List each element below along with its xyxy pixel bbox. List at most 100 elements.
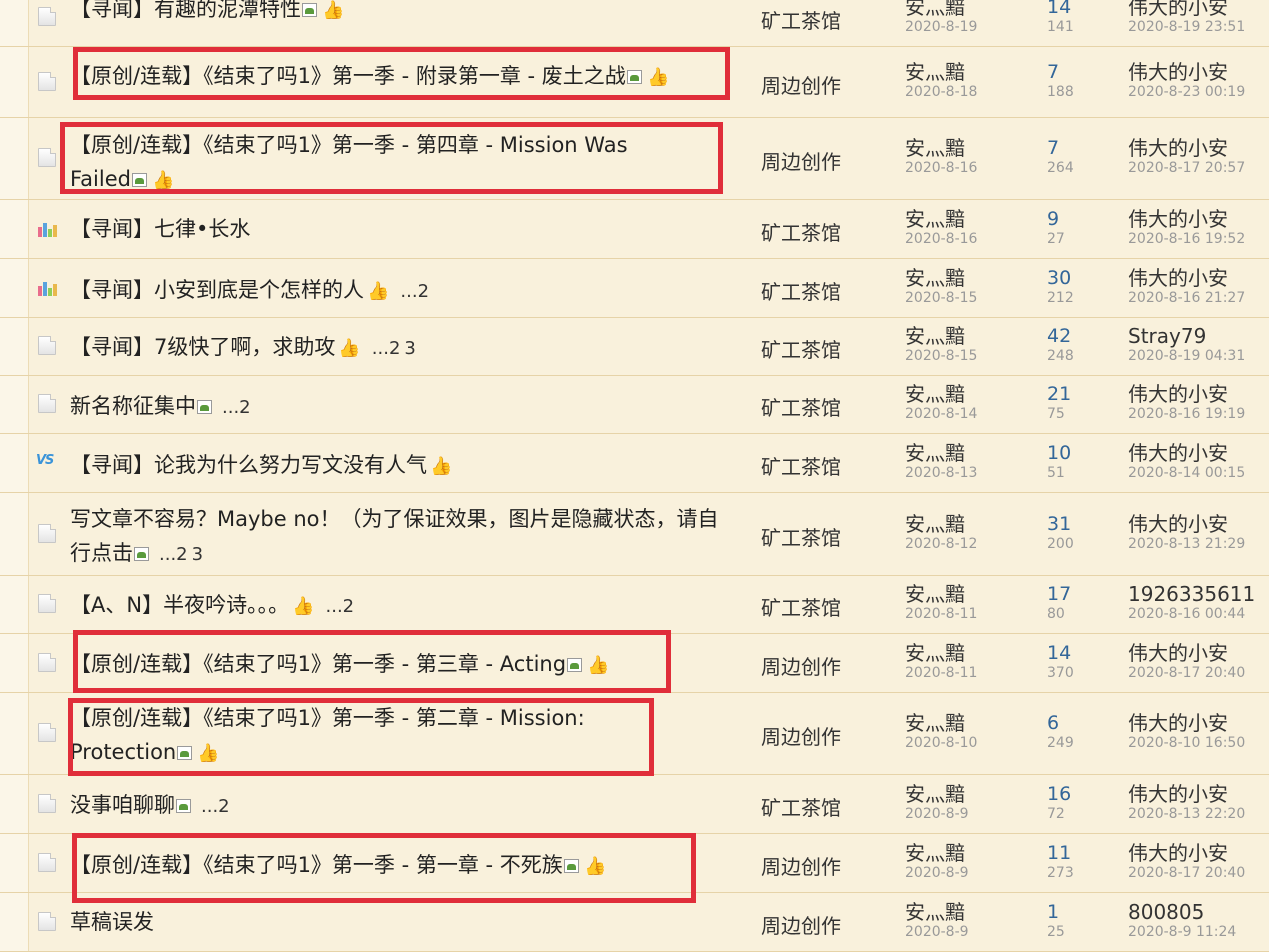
thread-row[interactable]: 新名称征集中 ...2 矿工茶馆 安灬黯 2020-8-14 21 75 伟大的小安 2020-… — [0, 376, 1269, 434]
thread-title-text[interactable]: 【寻闻】小安到底是个怎样的人 — [70, 278, 364, 302]
thread-title-text[interactable]: 新名称征集中 — [70, 394, 196, 418]
thread-row[interactable]: 【原创/连载】《结束了吗1》第一季 - 第三章 - Acting 👍 周边创作 安灬黯… — [0, 634, 1269, 693]
last-post-time[interactable]: 2020-8-23 00:19 — [1128, 84, 1245, 100]
thread-row[interactable]: 没事咱聊聊 ...2 矿工茶馆 安灬黯 2020-8-9 16 72 伟大的小安 2020-8-… — [0, 775, 1269, 834]
thread-row[interactable]: 【寻闻】7级快了啊，求助攻👍 ...2 3 矿工茶馆 安灬黯 2020-8-15 42 248… — [0, 318, 1269, 376]
reply-count[interactable]: 30 — [1047, 267, 1071, 289]
author-link[interactable]: 安灬黯 — [905, 61, 965, 83]
last-poster-link[interactable]: Stray79 — [1128, 325, 1206, 347]
last-poster-link[interactable]: 伟大的小安 — [1128, 0, 1228, 18]
author-link[interactable]: 安灬黯 — [905, 513, 965, 535]
forum-link[interactable]: 矿工茶馆 — [761, 392, 841, 421]
page-link[interactable]: 3 — [404, 338, 415, 359]
thread-title-text[interactable]: 草稿误发 — [70, 910, 154, 934]
reply-count[interactable]: 7 — [1047, 61, 1059, 83]
last-poster-link[interactable]: 伟大的小安 — [1128, 712, 1228, 734]
thread-title[interactable]: 没事咱聊聊 ...2 — [70, 788, 750, 824]
reply-count[interactable]: 14 — [1047, 0, 1071, 18]
last-post-time[interactable]: 2020-8-16 19:19 — [1128, 406, 1245, 422]
thread-title[interactable]: 草稿误发 — [70, 905, 750, 939]
thread-title[interactable]: 【原创/连载】《结束了吗1》第一季 - 第三章 - Acting 👍 — [70, 647, 750, 683]
reply-count[interactable]: 14 — [1047, 642, 1071, 664]
forum-link[interactable]: 矿工茶馆 — [761, 792, 841, 821]
forum-link[interactable]: 周边创作 — [761, 721, 841, 750]
thread-title-text[interactable]: 【原创/连载】《结束了吗1》第一季 - 第一章 - 不死族 — [70, 853, 563, 877]
forum-link[interactable]: 周边创作 — [761, 146, 841, 175]
forum-link[interactable]: 矿工茶馆 — [761, 5, 841, 34]
thread-title[interactable]: 【原创/连载】《结束了吗1》第一季 - 第一章 - 不死族 👍 — [70, 848, 750, 884]
last-post-time[interactable]: 2020-8-10 16:50 — [1128, 735, 1245, 751]
thread-row[interactable]: 【寻闻】有趣的泥潭特性 👍 矿工茶馆 安灬黯 2020-8-19 14 141 伟大的小安 20… — [0, 0, 1269, 47]
last-post-time[interactable]: 2020-8-17 20:57 — [1128, 160, 1245, 176]
author-link[interactable]: 安灬黯 — [905, 267, 965, 289]
last-poster-link[interactable]: 伟大的小安 — [1128, 783, 1228, 805]
forum-link[interactable]: 周边创作 — [761, 910, 841, 939]
reply-count[interactable]: 6 — [1047, 712, 1059, 734]
last-poster-link[interactable]: 伟大的小安 — [1128, 642, 1228, 664]
thread-title[interactable]: 【原创/连载】《结束了吗1》第一季 - 附录第一章 - 废土之战 👍 — [70, 59, 705, 95]
author-link[interactable]: 安灬黯 — [905, 442, 965, 464]
reply-count[interactable]: 11 — [1047, 842, 1071, 864]
thread-title-text[interactable]: 【原创/连载】《结束了吗1》第一季 - 附录第一章 - 废土之战 — [70, 64, 626, 88]
thread-title[interactable]: 新名称征集中 ...2 — [70, 389, 750, 425]
thread-title-text[interactable]: 【寻闻】论我为什么努力写文没有人气 — [70, 453, 427, 477]
forum-link[interactable]: 矿工茶馆 — [761, 217, 841, 246]
reply-count[interactable]: 7 — [1047, 137, 1059, 159]
author-link[interactable]: 安灬黯 — [905, 783, 965, 805]
reply-count[interactable]: 1 — [1047, 901, 1059, 923]
author-link[interactable]: 安灬黯 — [905, 901, 965, 923]
thread-row[interactable]: 【原创/连载】《结束了吗1》第一季 - 第一章 - 不死族 👍 周边创作 安灬黯 202… — [0, 834, 1269, 893]
author-link[interactable]: 安灬黯 — [905, 0, 965, 18]
thread-row[interactable]: 【寻闻】七律•长水 矿工茶馆 安灬黯 2020-8-16 9 27 伟大的小安 2020-8-… — [0, 200, 1269, 259]
thread-title-text[interactable]: 【原创/连载】《结束了吗1》第一季 - 第三章 - Acting — [70, 652, 566, 676]
last-poster-link[interactable]: 伟大的小安 — [1128, 383, 1228, 405]
thread-title-text[interactable]: 没事咱聊聊 — [70, 793, 175, 817]
last-post-time[interactable]: 2020-8-17 20:40 — [1128, 665, 1245, 681]
author-link[interactable]: 安灬黯 — [905, 642, 965, 664]
last-poster-link[interactable]: 伟大的小安 — [1128, 513, 1228, 535]
thread-title[interactable]: 【寻闻】七律•长水 — [70, 212, 750, 246]
last-post-time[interactable]: 2020-8-16 00:44 — [1128, 606, 1245, 622]
thread-title-text[interactable]: 【A、N】半夜吟诗。。。 — [70, 593, 289, 617]
thread-title[interactable]: 【寻闻】7级快了啊，求助攻👍 ...2 3 — [70, 330, 750, 366]
reply-count[interactable]: 17 — [1047, 583, 1071, 605]
thread-title[interactable]: 写文章不容易？Maybe no！（为了保证效果，图片是隐藏状态，请自行点击...… — [70, 502, 730, 572]
forum-link[interactable]: 周边创作 — [761, 651, 841, 680]
author-link[interactable]: 安灬黯 — [905, 712, 965, 734]
reply-count[interactable]: 21 — [1047, 383, 1071, 405]
forum-link[interactable]: 矿工茶馆 — [761, 276, 841, 305]
page-link[interactable]: 2 — [218, 796, 229, 817]
thread-row[interactable]: 【A、N】半夜吟诗。。。👍 ...2 矿工茶馆 安灬黯 2020-8-11 17 80 192… — [0, 576, 1269, 634]
reply-count[interactable]: 16 — [1047, 783, 1071, 805]
thread-title[interactable]: 【A、N】半夜吟诗。。。👍 ...2 — [70, 588, 750, 624]
page-link[interactable]: 2 — [176, 544, 187, 565]
thread-row[interactable]: VS 【寻闻】论我为什么努力写文没有人气👍 矿工茶馆 安灬黯 2020-8-13 10 51… — [0, 434, 1269, 493]
thread-row[interactable]: 【寻闻】小安到底是个怎样的人👍 ...2 矿工茶馆 安灬黯 2020-8-15 30 212… — [0, 259, 1269, 318]
page-link[interactable]: 2 — [418, 281, 429, 302]
forum-link[interactable]: 矿工茶馆 — [761, 592, 841, 621]
last-post-time[interactable]: 2020-8-16 21:27 — [1128, 290, 1245, 306]
thread-title[interactable]: 【寻闻】有趣的泥潭特性 👍 — [70, 0, 750, 28]
page-link[interactable]: 3 — [192, 544, 203, 565]
thread-title[interactable]: 【寻闻】小安到底是个怎样的人👍 ...2 — [70, 273, 750, 309]
reply-count[interactable]: 9 — [1047, 208, 1059, 230]
thread-row[interactable]: 写文章不容易？Maybe no！（为了保证效果，图片是隐藏状态，请自行点击...… — [0, 493, 1269, 576]
thread-row[interactable]: 【原创/连载】《结束了吗1》第一季 - 附录第一章 - 废土之战 👍 周边创作 安灬黯… — [0, 47, 1269, 118]
last-poster-link[interactable]: 1926335611 — [1128, 583, 1255, 605]
thread-row[interactable]: 【原创/连载】《结束了吗1》第一季 - 第四章 - Mission Was Fa… — [0, 118, 1269, 200]
forum-link[interactable]: 周边创作 — [761, 70, 841, 99]
author-link[interactable]: 安灬黯 — [905, 137, 965, 159]
last-poster-link[interactable]: 伟大的小安 — [1128, 61, 1228, 83]
thread-row[interactable]: 【原创/连载】《结束了吗1》第一季 - 第二章 - Mission: Prote… — [0, 693, 1269, 775]
reply-count[interactable]: 42 — [1047, 325, 1071, 347]
last-poster-link[interactable]: 伟大的小安 — [1128, 267, 1228, 289]
last-post-time[interactable]: 2020-8-13 21:29 — [1128, 536, 1245, 552]
last-post-time[interactable]: 2020-8-9 11:24 — [1128, 924, 1236, 940]
last-post-time[interactable]: 2020-8-17 20:40 — [1128, 865, 1245, 881]
author-link[interactable]: 安灬黯 — [905, 325, 965, 347]
page-link[interactable]: 2 — [343, 596, 354, 617]
page-link[interactable]: 2 — [389, 338, 400, 359]
last-post-time[interactable]: 2020-8-13 22:20 — [1128, 806, 1245, 822]
page-link[interactable]: 2 — [239, 397, 250, 418]
last-post-time[interactable]: 2020-8-19 23:51 — [1128, 19, 1245, 35]
